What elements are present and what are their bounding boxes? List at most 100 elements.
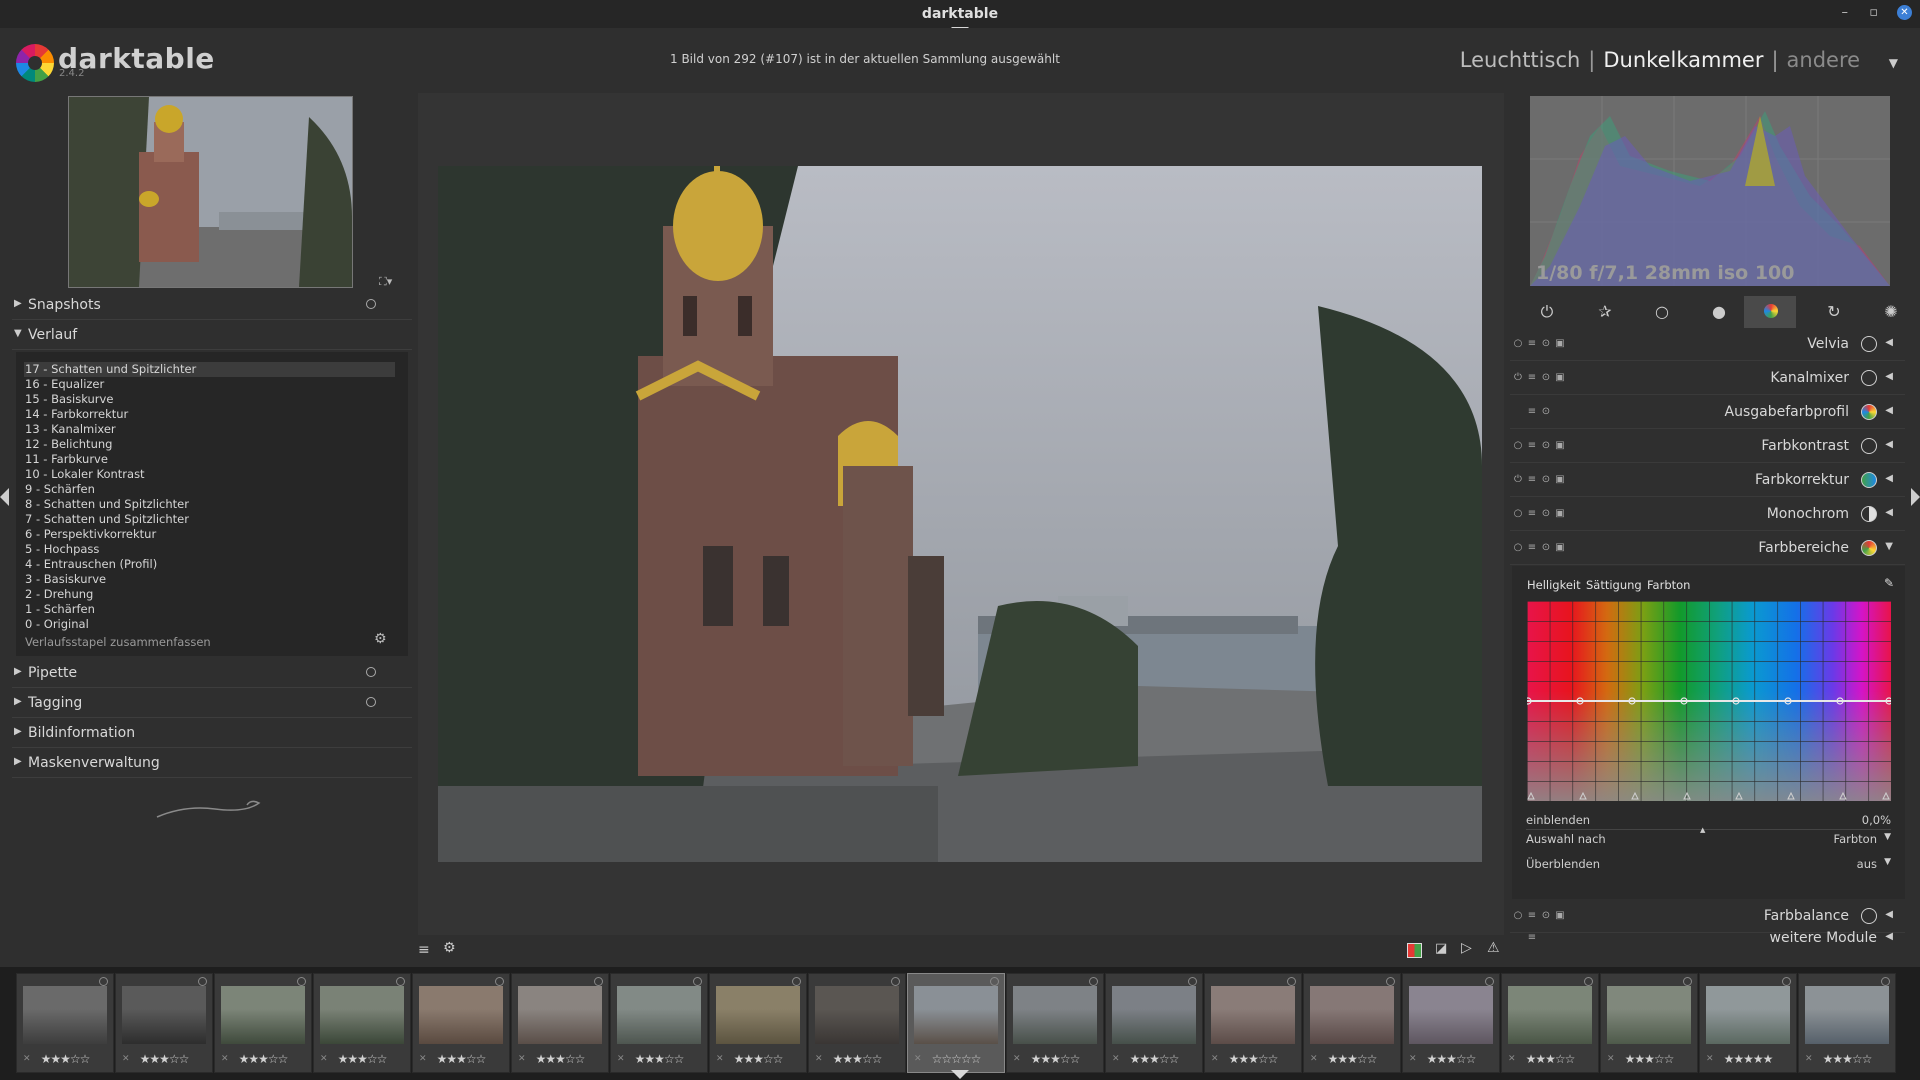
fade-slider[interactable]: einblenden 0,0% ▲: [1526, 813, 1891, 834]
left-panel-toggle-icon[interactable]: [0, 488, 9, 506]
multi-instance-icon[interactable]: ≡: [1527, 407, 1537, 417]
star-rating[interactable]: ★★★☆☆: [1502, 1052, 1598, 1066]
color-assessment-icon[interactable]: [1407, 943, 1422, 958]
expand-arrow-icon[interactable]: ◀: [1885, 439, 1893, 450]
power-icon[interactable]: ○: [1513, 911, 1523, 921]
expand-arrow-icon[interactable]: ◀: [1885, 931, 1893, 942]
reset-icon[interactable]: ⊙: [1541, 911, 1551, 921]
expand-arrow-icon[interactable]: ◀: [1885, 405, 1893, 416]
view-darkroom[interactable]: Dunkelkammer: [1603, 48, 1763, 72]
minimize-button[interactable]: –: [1842, 5, 1849, 20]
module-monochrom[interactable]: ○ ≡ ⊙ ▣ Monochrom ◀: [1510, 498, 1905, 531]
multi-instance-icon[interactable]: ≡: [1527, 475, 1537, 485]
main-image[interactable]: [438, 166, 1482, 862]
star-rating[interactable]: ★★★☆☆: [116, 1052, 212, 1066]
view-lighttable[interactable]: Leuchttisch: [1460, 48, 1581, 72]
raw-overexposed-icon[interactable]: ◪: [1435, 941, 1447, 956]
power-icon[interactable]: ⏻: [1513, 475, 1523, 485]
correct-group-icon[interactable]: ↻: [1823, 301, 1845, 323]
presets-icon[interactable]: ▣: [1555, 339, 1565, 349]
filmstrip-thumbnail[interactable]: ✕ ★★★☆☆: [1303, 973, 1401, 1073]
history-item[interactable]: 4 - Entrauschen (Profil): [24, 557, 395, 572]
presets-icon[interactable]: ▣: [1555, 441, 1565, 451]
compress-history-icon[interactable]: ⚙: [374, 631, 390, 647]
power-icon[interactable]: ○: [1513, 509, 1523, 519]
restore-button[interactable]: ▫: [1869, 5, 1878, 20]
color-picker-icon[interactable]: ✎: [1884, 576, 1894, 590]
presets-icon[interactable]: ▣: [1555, 373, 1565, 383]
star-rating[interactable]: ★★★☆☆: [710, 1052, 806, 1066]
module-ausgabefarbprofil[interactable]: ≡ ⊙ Ausgabefarbprofil ◀: [1510, 396, 1905, 429]
presets-icon[interactable]: ▣: [1555, 509, 1565, 519]
multi-instance-icon[interactable]: ≡: [1527, 509, 1537, 519]
filmstrip-thumbnail[interactable]: ✕ ★★★★★: [1699, 973, 1797, 1073]
multi-instance-icon[interactable]: ≡: [1527, 339, 1537, 349]
view-other[interactable]: andere: [1787, 48, 1861, 72]
power-icon[interactable]: ○: [1513, 441, 1523, 451]
tone-group-icon[interactable]: ●: [1708, 301, 1730, 323]
filmstrip-thumbnail[interactable]: ✕ ★★★☆☆: [412, 973, 510, 1073]
module-farbkorrektur[interactable]: ⏻ ≡ ⊙ ▣ Farbkorrektur ◀: [1510, 464, 1905, 497]
zoom-dropdown-icon[interactable]: ⛶▾: [379, 275, 392, 289]
tab-lightness[interactable]: Helligkeit: [1527, 578, 1581, 592]
reset-icon[interactable]: ⊙: [1541, 509, 1551, 519]
power-icon[interactable]: ○: [1513, 543, 1523, 553]
star-rating[interactable]: ★★★☆☆: [215, 1052, 311, 1066]
star-rating[interactable]: ★★★☆☆: [413, 1052, 509, 1066]
basic-group-icon[interactable]: ○: [1651, 301, 1673, 323]
expand-arrow-icon[interactable]: ◀: [1885, 473, 1893, 484]
multi-instance-icon[interactable]: ≡: [1527, 911, 1537, 921]
star-rating[interactable]: ★★★★★: [1700, 1052, 1796, 1066]
styles-icon[interactable]: ⚙: [443, 940, 456, 956]
expand-arrow-icon[interactable]: ◀: [1885, 371, 1893, 382]
power-icon[interactable]: ○: [1513, 339, 1523, 349]
filmstrip-thumbnail[interactable]: ✕ ★★★☆☆: [1006, 973, 1104, 1073]
color-zones-graph[interactable]: [1527, 601, 1891, 801]
tab-saturation[interactable]: Sättigung: [1586, 578, 1642, 592]
star-rating[interactable]: ★★★☆☆: [1205, 1052, 1301, 1066]
filmstrip-thumbnail[interactable]: ✕ ★★★☆☆: [511, 973, 609, 1073]
history-item[interactable]: 6 - Perspektivkorrektur: [24, 527, 395, 542]
reset-icon[interactable]: [366, 667, 376, 677]
module-kanalmixer[interactable]: ⏻ ≡ ⊙ ▣ Kanalmixer ◀: [1510, 362, 1905, 395]
histogram[interactable]: 1/80 f/7,1 28mm iso 100: [1530, 96, 1890, 286]
filmstrip-thumbnail[interactable]: ✕ ★★★☆☆: [709, 973, 807, 1073]
filmstrip-thumbnail[interactable]: ✕ ☆☆☆☆☆: [907, 973, 1005, 1073]
history-item[interactable]: 2 - Drehung: [24, 587, 395, 602]
history-item[interactable]: 11 - Farbkurve: [24, 452, 395, 467]
reset-icon[interactable]: ⊙: [1541, 543, 1551, 553]
navigation-preview[interactable]: [68, 96, 353, 288]
history-compress-button[interactable]: Verlaufsstapel zusammenfassen: [25, 635, 211, 649]
bottom-panel-toggle-icon[interactable]: [951, 1070, 969, 1079]
history-item[interactable]: 13 - Kanalmixer: [24, 422, 395, 437]
filmstrip-thumbnail[interactable]: ✕ ★★★☆☆: [1105, 973, 1203, 1073]
star-rating[interactable]: ★★★☆☆: [1007, 1052, 1103, 1066]
section-history[interactable]: ▼ Verlauf: [12, 323, 412, 350]
reset-icon[interactable]: ⊙: [1541, 441, 1551, 451]
softproof-icon[interactable]: ▷: [1461, 940, 1472, 956]
blend-combobox[interactable]: Überblenden aus ▼: [1526, 857, 1891, 871]
star-rating[interactable]: ★★★☆☆: [1799, 1052, 1895, 1066]
history-item[interactable]: 16 - Equalizer: [24, 377, 395, 392]
section-pipette[interactable]: ▶ Pipette: [12, 661, 412, 688]
star-rating[interactable]: ★★★☆☆: [1403, 1052, 1499, 1066]
presets-menu-icon[interactable]: ≡: [418, 942, 430, 958]
expand-arrow-icon[interactable]: ◀: [1885, 337, 1893, 348]
right-panel-toggle-icon[interactable]: [1911, 488, 1920, 506]
multi-instance-icon[interactable]: ≡: [1527, 543, 1537, 553]
filmstrip-thumbnail[interactable]: ✕ ★★★☆☆: [115, 973, 213, 1073]
section-image-info[interactable]: ▶ Bildinformation: [12, 721, 412, 748]
module-farbkontrast[interactable]: ○ ≡ ⊙ ▣ Farbkontrast ◀: [1510, 430, 1905, 463]
power-icon[interactable]: ⏻: [1536, 301, 1558, 323]
history-item[interactable]: 17 - Schatten und Spitzlichter: [24, 362, 395, 377]
power-icon[interactable]: ⏻: [1513, 373, 1523, 383]
star-rating[interactable]: ★★★☆☆: [1304, 1052, 1400, 1066]
gamut-check-icon[interactable]: ⚠: [1487, 940, 1500, 956]
presets-icon[interactable]: ▣: [1555, 911, 1565, 921]
history-item[interactable]: 3 - Basiskurve: [24, 572, 395, 587]
star-rating[interactable]: ★★★☆☆: [611, 1052, 707, 1066]
reset-icon[interactable]: ⊙: [1541, 339, 1551, 349]
reset-icon[interactable]: [366, 697, 376, 707]
close-button[interactable]: ✕: [1897, 5, 1912, 20]
history-item[interactable]: 12 - Belichtung: [24, 437, 395, 452]
